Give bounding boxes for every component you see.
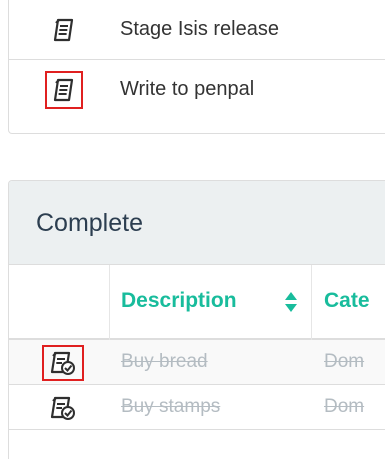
panel-title: Complete	[36, 209, 143, 237]
todo-category: Dom	[324, 396, 365, 417]
todo-list-icon[interactable]	[47, 13, 81, 47]
table-row[interactable]: Buy stamps Dom	[9, 385, 385, 430]
table-row[interactable]: Write to penpal	[9, 60, 385, 120]
todo-app-view: Stage Isis release Write to penpal Compl…	[0, 0, 385, 459]
todo-description: Buy bread	[121, 351, 208, 372]
column-header-category[interactable]: Cate	[324, 289, 370, 313]
table-header: Description Cate	[9, 265, 385, 340]
todo-list-icon[interactable]	[45, 71, 83, 109]
todo-description: Write to penpal	[120, 78, 255, 100]
complete-panel: Complete Description Cate Buy bread Dom …	[8, 180, 385, 459]
todo-done-icon[interactable]	[42, 345, 84, 381]
todo-done-icon[interactable]	[44, 392, 82, 424]
column-header-description[interactable]: Description	[121, 289, 237, 313]
todo-category: Dom	[324, 351, 365, 372]
todo-description: Stage Isis release	[120, 18, 279, 40]
incomplete-panel: Stage Isis release Write to penpal	[8, 0, 385, 134]
sort-icon[interactable]	[284, 291, 298, 313]
table-row[interactable]: Stage Isis release	[9, 0, 385, 60]
todo-description: Buy stamps	[121, 396, 221, 417]
column-divider	[311, 265, 312, 340]
column-divider	[109, 265, 110, 340]
table-row[interactable]: Buy bread Dom	[9, 340, 385, 385]
panel-heading: Complete	[9, 181, 385, 265]
